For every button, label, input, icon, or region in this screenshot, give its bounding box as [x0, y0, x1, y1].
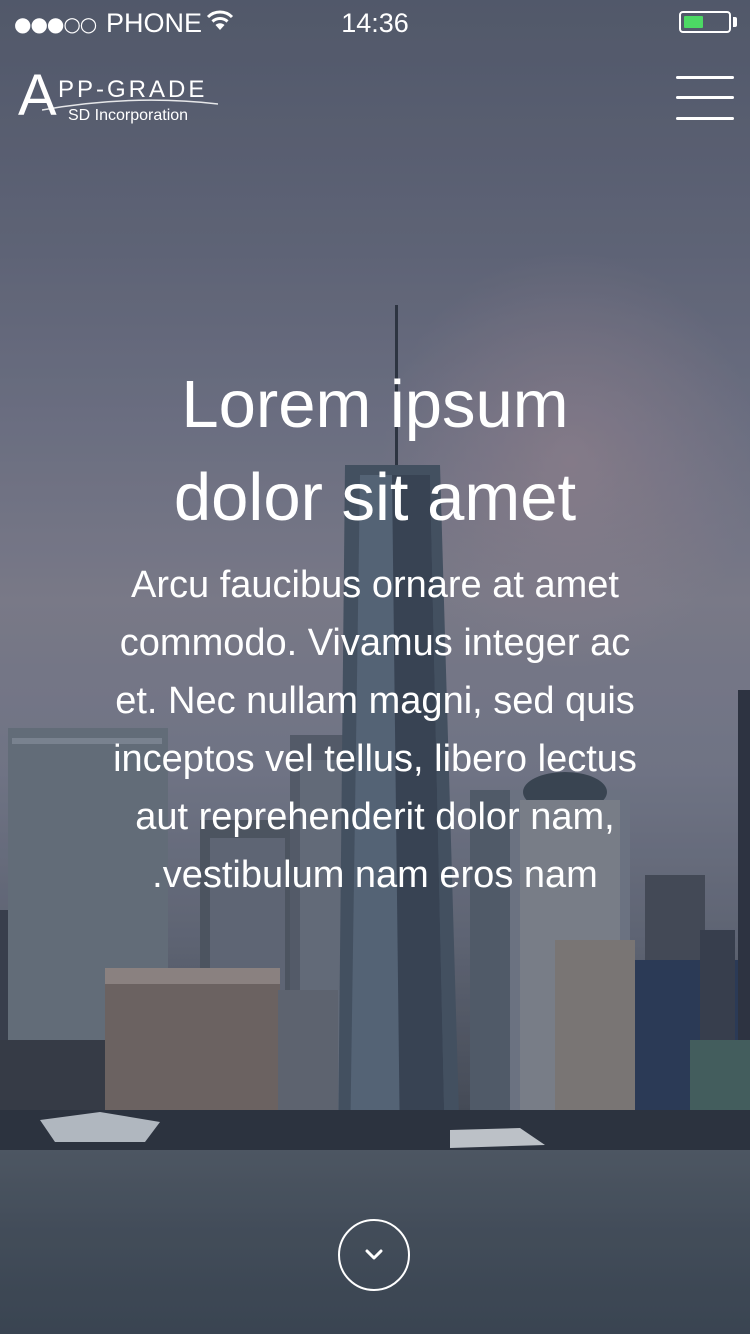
hamburger-icon-bar [676, 96, 734, 99]
hamburger-icon-bar [676, 117, 734, 120]
scroll-down-button[interactable] [338, 1219, 410, 1291]
hero-description-line: commodo. Vivamus integer ac [119, 622, 631, 664]
hamburger-menu-button[interactable] [676, 74, 734, 122]
hero-title: Lorem ipsum dolor sit amet [40, 358, 710, 544]
battery-level [684, 16, 703, 28]
battery-tip [733, 17, 737, 27]
hero-description-line: Arcu faucibus ornare at amet [131, 564, 619, 606]
hero-description-line: .vestibulum nam eros nam [152, 854, 598, 896]
hero-title-line: Lorem ipsum [181, 367, 569, 442]
logo-subtitle: SD Incorporation [68, 107, 189, 124]
clock: 14:36 [341, 8, 409, 38]
app-screen: ●●●○○ PHONE 14:36 A PP-GRADE SD Incorpor… [0, 0, 750, 1334]
chevron-down-icon [365, 1249, 383, 1260]
hamburger-icon-bar [676, 76, 734, 79]
hero-description-line: inceptos vel tellus, libero lectus [113, 738, 637, 780]
app-grade-logo[interactable]: A PP-GRADE SD Incorporation [18, 66, 218, 128]
logo-brand-name: PP-GRADE [58, 76, 208, 103]
status-bar: ●●●○○ PHONE 14:36 [0, 0, 750, 46]
hero-title-line: dolor sit amet [173, 460, 577, 535]
hero-description: Arcu faucibus ornare at amet commodo. Vi… [40, 556, 710, 904]
battery-icon [679, 11, 731, 33]
hero-description-line: aut reprehenderit dolor nam, [135, 796, 615, 838]
hero-section: Lorem ipsum dolor sit amet Arcu faucibus… [40, 358, 710, 904]
hero-description-line: et. Nec nullam magni, sed quis [115, 680, 635, 722]
